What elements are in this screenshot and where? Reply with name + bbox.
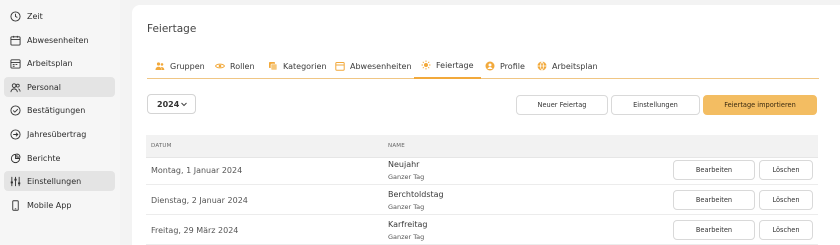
phone-icon [9, 199, 21, 211]
year-value: 2024 [157, 99, 180, 109]
sidebar-item-bestaetigungen[interactable]: Bestätigungen [4, 100, 115, 120]
sidebar-item-label: Jahresübertrag [27, 129, 87, 139]
sidebar-item-mobile-app[interactable]: Mobile App [4, 195, 115, 215]
holiday-name: Karfreitag [388, 220, 428, 229]
main-panel: Feiertage Gruppen Rollen Kategorien Abwe… [132, 5, 840, 245]
tab-arbeitsplan[interactable]: Arbeitsplan [537, 53, 598, 79]
holiday-name: Neujahr [388, 160, 420, 169]
tab-label: Gruppen [170, 61, 205, 71]
sidebar-item-label: Berichte [27, 153, 61, 163]
people-icon [9, 81, 21, 93]
profile-icon [485, 61, 495, 71]
sun-icon [421, 60, 431, 70]
holiday-date: Freitag, 29 März 2024 [151, 226, 239, 235]
edit-button[interactable]: Bearbeiten [673, 160, 755, 180]
tab-label: Arbeitsplan [552, 61, 598, 71]
tab-profile[interactable]: Profile [485, 53, 525, 79]
sidebar-item-abwesenheiten[interactable]: Abwesenheiten [4, 30, 115, 50]
sidebar-item-label: Einstellungen [27, 176, 82, 186]
tab-label: Kategorien [283, 61, 327, 71]
holiday-date: Dienstag, 2 Januar 2024 [151, 196, 248, 205]
globe-icon [537, 61, 547, 71]
sidebar-item-label: Mobile App [27, 200, 72, 210]
tab-gruppen[interactable]: Gruppen [155, 53, 205, 79]
tab-label: Rollen [230, 61, 255, 71]
chevron-down-icon [180, 100, 188, 108]
tab-kategorien[interactable]: Kategorien [268, 53, 327, 79]
holiday-duration: Ganzer Tag [388, 203, 425, 211]
tab-abwesenheiten[interactable]: Abwesenheiten [335, 53, 412, 79]
year-select[interactable]: 2024 [147, 94, 196, 114]
column-header-date: DATUM [151, 143, 172, 149]
group-icon [155, 61, 165, 71]
page-title: Feiertage [147, 23, 197, 35]
sidebar-item-personal[interactable]: Personal [4, 77, 115, 97]
clock-icon [9, 10, 21, 22]
import-holidays-button[interactable]: Feiertage importieren [703, 95, 817, 115]
sidebar: Zeit Abwesenheiten Arbeitsplan Personal … [0, 0, 120, 245]
sidebar-item-arbeitsplan[interactable]: Arbeitsplan [4, 53, 115, 73]
sidebar-item-label: Personal [27, 82, 62, 92]
table-row: Dienstag, 2 Januar 2024 Berchtoldstag Ga… [146, 185, 818, 215]
holiday-duration: Ganzer Tag [388, 233, 425, 241]
calendar-icon [335, 61, 345, 71]
tab-rollen[interactable]: Rollen [215, 53, 255, 79]
tab-label: Profile [500, 61, 525, 71]
tab-bar: Gruppen Rollen Kategorien Abwesenheiten … [147, 53, 819, 79]
sidebar-item-einstellungen[interactable]: Einstellungen [4, 171, 115, 191]
schedule-icon [9, 57, 21, 69]
delete-button[interactable]: Löschen [759, 160, 813, 180]
tab-feiertage[interactable]: Feiertage [414, 53, 481, 79]
table-row: Montag, 1 Januar 2024 Neujahr Ganzer Tag… [146, 155, 818, 185]
column-header-name: NAME [388, 143, 405, 149]
tab-label: Feiertage [436, 60, 474, 70]
sidebar-item-label: Zeit [27, 11, 43, 21]
sidebar-item-berichte[interactable]: Berichte [4, 148, 115, 168]
edit-button[interactable]: Bearbeiten [673, 220, 755, 240]
edit-button[interactable]: Bearbeiten [673, 190, 755, 210]
arrow-circle-icon [9, 128, 21, 140]
delete-button[interactable]: Löschen [759, 220, 813, 240]
check-circle-icon [9, 104, 21, 116]
sidebar-item-jahresuebertrag[interactable]: Jahresübertrag [4, 124, 115, 144]
sidebar-item-label: Bestätigungen [27, 105, 86, 115]
pie-chart-icon [9, 152, 21, 164]
copy-icon [268, 61, 278, 71]
new-holiday-button[interactable]: Neuer Feiertag [516, 95, 608, 115]
sliders-icon [9, 175, 21, 187]
settings-button[interactable]: Einstellungen [611, 95, 700, 115]
sidebar-item-label: Abwesenheiten [27, 35, 89, 45]
holiday-duration: Ganzer Tag [388, 173, 425, 181]
sidebar-item-zeit[interactable]: Zeit [4, 6, 115, 26]
table-row: Freitag, 29 März 2024 Karfreitag Ganzer … [146, 215, 818, 245]
holiday-name: Berchtoldstag [388, 190, 444, 199]
sidebar-item-label: Arbeitsplan [27, 58, 73, 68]
eye-icon [215, 61, 225, 71]
delete-button[interactable]: Löschen [759, 190, 813, 210]
tab-label: Abwesenheiten [350, 61, 412, 71]
holiday-date: Montag, 1 Januar 2024 [151, 166, 243, 175]
calendar-icon [9, 34, 21, 46]
